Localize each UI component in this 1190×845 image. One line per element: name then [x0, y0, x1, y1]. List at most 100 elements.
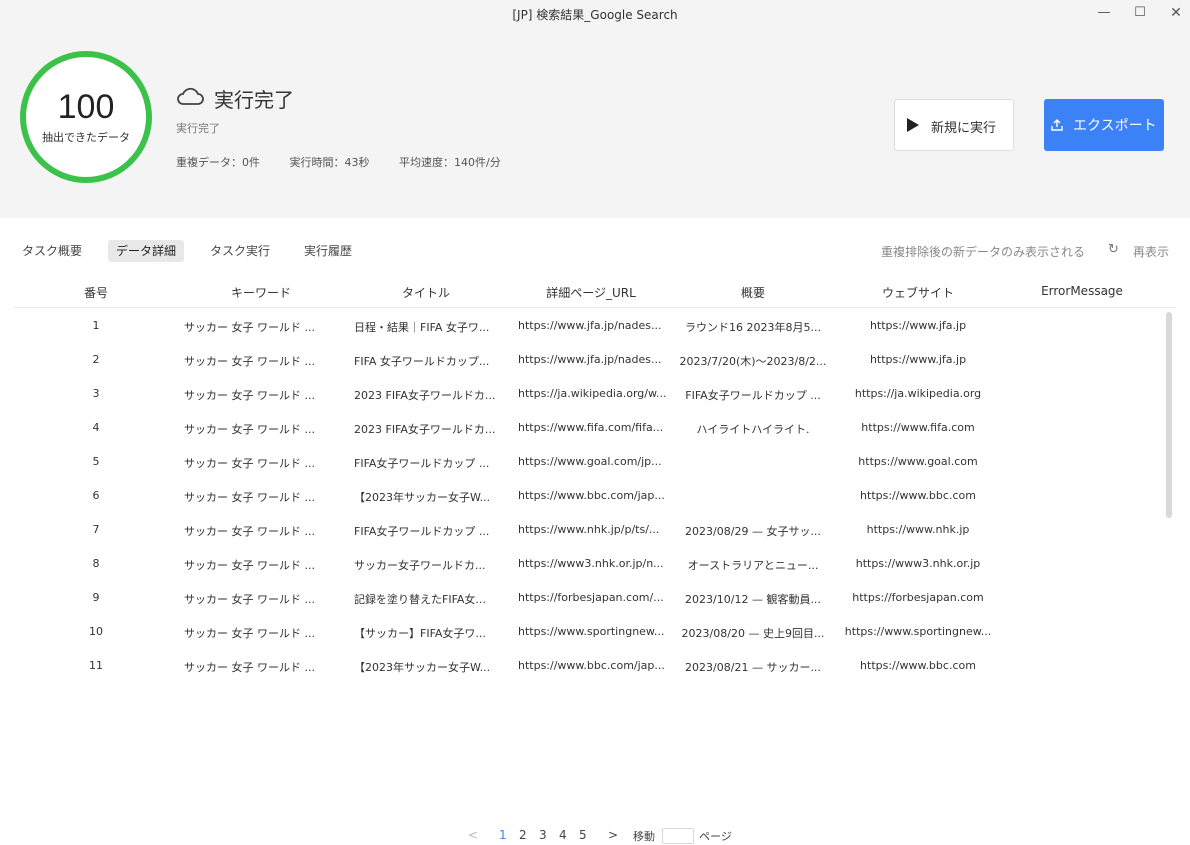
next-page-icon[interactable]: > — [608, 828, 618, 842]
row-detail-url: https://www.bbc.com/jap... — [518, 489, 665, 502]
page-suffix-label: ページ — [699, 830, 732, 843]
table-row[interactable]: 6 サッカー 女子 ワールド ... 【2023年サッカー女子W... https:/… — [14, 480, 1166, 514]
row-keyword: サッカー 女子 ワールド ... — [184, 389, 315, 402]
table-row[interactable]: 2 サッカー 女子 ワールド ... FIFA 女子ワールドカップ... https:… — [14, 344, 1166, 378]
table-row[interactable]: 10 サッカー 女子 ワールド ... 【サッカー】FIFA女子ワ... https:… — [14, 616, 1166, 650]
dedupe-note: 重複排除後の新データのみ表示される — [881, 245, 1086, 259]
row-number: 5 — [92, 455, 100, 468]
row-summary: 2023/08/20 — 史上9回目... — [681, 627, 825, 640]
tab-task-run[interactable]: タスク実行 — [202, 240, 278, 262]
status-subtitle: 実行完了 — [176, 122, 220, 135]
row-title: FIFA女子ワールドカップ ... — [354, 457, 490, 470]
summary-header: 100 抽出できたデータ 実行完了 実行完了 重複データ：0件 実行時間：43秒… — [0, 26, 1190, 218]
page-jump-input[interactable] — [662, 828, 694, 844]
export-button[interactable]: エクスポート — [1044, 99, 1164, 151]
row-website: https://forbesjapan.com — [852, 591, 984, 604]
new-run-label: 新規に実行 — [931, 121, 997, 136]
row-detail-url: https://www.goal.com/jp... — [518, 455, 662, 468]
table-row[interactable]: 5 サッカー 女子 ワールド ... FIFA女子ワールドカップ ... https:… — [14, 446, 1166, 480]
new-run-button[interactable]: 新規に実行 — [894, 99, 1014, 151]
row-title: 【2023年サッカー女子W... — [354, 661, 491, 674]
row-website: https://www.fifa.com — [861, 421, 975, 434]
table-scrollbar[interactable] — [1166, 312, 1172, 518]
row-detail-url: https://ja.wikipedia.org/w... — [518, 387, 667, 400]
row-summary: ハイライトハイライト. — [696, 423, 810, 436]
row-detail-url: https://www.bbc.com/jap... — [518, 659, 665, 672]
refresh-icon[interactable]: ↻ — [1108, 242, 1119, 257]
play-icon — [907, 118, 919, 132]
table-row[interactable]: 9 サッカー 女子 ワールド ... 記録を塗り替えたFIFA女... https:/… — [14, 582, 1166, 616]
duplicate-count: 重複データ：0件 — [176, 156, 260, 169]
row-title: FIFA女子ワールドカップ ... — [354, 525, 490, 538]
row-keyword: サッカー 女子 ワールド ... — [184, 491, 315, 504]
page-2[interactable]: 2 — [519, 828, 527, 842]
column-header-detail-url[interactable]: 詳細ページ_URL — [510, 284, 672, 301]
export-label: エクスポート — [1073, 118, 1157, 134]
table-row[interactable]: 8 サッカー 女子 ワールド ... サッカー女子ワールドカ... https://w… — [14, 548, 1166, 582]
row-keyword: サッカー 女子 ワールド ... — [184, 457, 315, 470]
tab-task-overview[interactable]: タスク概要 — [14, 240, 90, 262]
table-row[interactable]: 1 サッカー 女子 ワールド ... 日程・結果｜FIFA 女子ワ... https:… — [14, 310, 1166, 344]
row-website: https://www.bbc.com — [860, 659, 976, 672]
execution-time: 実行時間：43秒 — [289, 156, 370, 169]
refresh-button[interactable]: 再表示 — [1133, 243, 1169, 260]
progress-circle: 100 抽出できたデータ — [20, 51, 152, 183]
row-title: サッカー女子ワールドカ... — [354, 559, 486, 572]
run-stats: 重複データ：0件 実行時間：43秒 平均速度：140件/分 — [176, 154, 527, 170]
minimize-icon[interactable]: — — [1092, 3, 1116, 23]
jump-label: 移動 — [633, 830, 655, 843]
extracted-count-label: 抽出できたデータ — [42, 131, 130, 144]
table-row[interactable]: 11 サッカー 女子 ワールド ... 【2023年サッカー女子W... https:… — [14, 650, 1166, 684]
row-detail-url: https://www.fifa.com/fifa... — [518, 421, 664, 434]
row-title: 2023 FIFA女子ワールドカ... — [354, 389, 496, 402]
row-number: 8 — [92, 557, 100, 570]
page-5[interactable]: 5 — [579, 828, 587, 842]
column-header-website[interactable]: ウェブサイト — [842, 284, 994, 301]
row-detail-url: https://www.sportingnew... — [518, 625, 665, 638]
row-keyword: サッカー 女子 ワールド ... — [184, 661, 315, 674]
prev-page-icon[interactable]: < — [468, 828, 478, 842]
row-summary: 2023/10/12 — 観客動員... — [685, 593, 821, 606]
row-website: https://www3.nhk.or.jp — [855, 557, 981, 570]
page-3[interactable]: 3 — [539, 828, 547, 842]
row-website: https://www.goal.com — [858, 455, 978, 468]
row-summary: 2023/08/29 — 女子サッ... — [685, 525, 821, 538]
row-keyword: サッカー 女子 ワールド ... — [184, 423, 315, 436]
row-number: 3 — [92, 387, 100, 400]
page-4[interactable]: 4 — [559, 828, 567, 842]
row-title: 記録を塗り替えたFIFA女... — [354, 593, 486, 606]
table-row[interactable]: 7 サッカー 女子 ワールド ... FIFA女子ワールドカップ ... https:… — [14, 514, 1166, 548]
row-detail-url: https://www.jfa.jp/nades... — [518, 319, 662, 332]
column-header-summary[interactable]: 概要 — [678, 284, 828, 301]
tab-run-history[interactable]: 実行履歴 — [296, 240, 360, 262]
table-row[interactable]: 3 サッカー 女子 ワールド ... 2023 FIFA女子ワールドカ... http… — [14, 378, 1166, 412]
row-website: https://www.jfa.jp — [869, 319, 967, 332]
page-1[interactable]: 1 — [499, 828, 507, 842]
row-keyword: サッカー 女子 ワールド ... — [184, 593, 315, 606]
row-title: 2023 FIFA女子ワールドカ... — [354, 423, 496, 436]
column-header-title[interactable]: タイトル — [344, 284, 508, 301]
row-number: 10 — [89, 625, 103, 638]
row-number: 9 — [92, 591, 100, 604]
table-header: 番号 キーワード タイトル 詳細ページ_URL 概要 ウェブサイト ErrorM… — [14, 274, 1176, 308]
row-keyword: サッカー 女子 ワールド ... — [184, 627, 315, 640]
row-number: 7 — [92, 523, 100, 536]
row-website: https://www.sportingnew... — [844, 625, 992, 638]
cloud-icon — [177, 87, 204, 105]
row-summary: ラウンド16 2023年8月5... — [685, 321, 821, 334]
maximize-icon[interactable]: ☐ — [1128, 3, 1152, 23]
row-keyword: サッカー 女子 ワールド ... — [184, 355, 315, 368]
column-header-number[interactable]: 番号 — [14, 284, 178, 301]
row-detail-url: https://forbesjapan.com/... — [518, 591, 664, 604]
close-icon[interactable]: ✕ — [1164, 3, 1188, 23]
column-header-error-message[interactable]: ErrorMessage — [1004, 284, 1160, 298]
row-website: https://www.bbc.com — [860, 489, 976, 502]
column-header-keyword[interactable]: キーワード — [184, 284, 338, 301]
status-title: 実行完了 — [214, 88, 294, 112]
row-keyword: サッカー 女子 ワールド ... — [184, 321, 315, 334]
tab-data-details[interactable]: データ詳細 — [108, 240, 185, 262]
table-row[interactable]: 4 サッカー 女子 ワールド ... 2023 FIFA女子ワールドカ... http… — [14, 412, 1166, 446]
row-title: 【サッカー】FIFA女子ワ... — [354, 627, 486, 640]
row-website: https://www.jfa.jp — [869, 353, 967, 366]
row-title: 【2023年サッカー女子W... — [354, 491, 491, 504]
